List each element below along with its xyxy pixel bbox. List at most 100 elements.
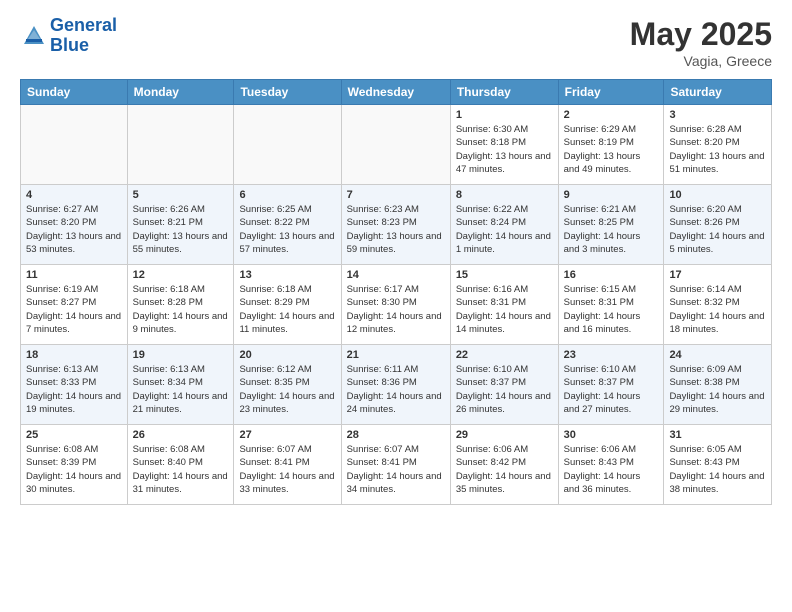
location: Vagia, Greece bbox=[630, 53, 772, 69]
table-row: 29Sunrise: 6:06 AM Sunset: 8:42 PM Dayli… bbox=[450, 425, 558, 505]
table-row: 19 Sunrise: 6:13 AM Sunset: 8:34 PM Dayli… bbox=[127, 345, 234, 425]
day-number: 27 bbox=[239, 429, 335, 441]
calendar-week-row: 18 Sunrise: 6:13 AM Sunset: 8:33 PM Dayli… bbox=[21, 345, 772, 425]
table-row: 11 Sunrise: 6:19 AM Sunset: 8:27 PM Dayli… bbox=[21, 265, 128, 345]
table-row: 31Sunrise: 6:05 AM Sunset: 8:43 PM Dayli… bbox=[664, 425, 772, 505]
day-info: Sunrise: 6:12 AM Sunset: 8:35 PM Dayligh… bbox=[239, 363, 335, 416]
day-info: Sunrise: 6:17 AM Sunset: 8:30 PM Dayligh… bbox=[347, 283, 445, 336]
title-block: May 2025 Vagia, Greece bbox=[630, 16, 772, 69]
table-row: 5 Sunrise: 6:26 AM Sunset: 8:21 PM Daylig… bbox=[127, 185, 234, 265]
day-number: 1 bbox=[456, 109, 553, 121]
day-number: 7 bbox=[347, 189, 445, 201]
table-row: 3 Sunrise: 6:28 AM Sunset: 8:20 PM Daylig… bbox=[664, 105, 772, 185]
logo-text: General Blue bbox=[50, 16, 117, 56]
day-info: Sunrise: 6:16 AM Sunset: 8:31 PM Dayligh… bbox=[456, 283, 553, 336]
day-info: Sunrise: 6:30 AM Sunset: 8:18 PM Dayligh… bbox=[456, 123, 553, 176]
table-row: 8 Sunrise: 6:22 AM Sunset: 8:24 PM Daylig… bbox=[450, 185, 558, 265]
day-info: Sunrise: 6:25 AM Sunset: 8:22 PM Dayligh… bbox=[239, 203, 335, 256]
day-number: 22 bbox=[456, 349, 553, 361]
day-info: Sunrise: 6:19 AM Sunset: 8:27 PM Dayligh… bbox=[26, 283, 122, 336]
day-info: Sunrise: 6:08 AM Sunset: 8:40 PM Dayligh… bbox=[133, 443, 229, 496]
table-row: 7 Sunrise: 6:23 AM Sunset: 8:23 PM Daylig… bbox=[341, 185, 450, 265]
table-row: 23 Sunrise: 6:10 AM Sunset: 8:37 PM Dayli… bbox=[558, 345, 664, 425]
day-info: Sunrise: 6:10 AM Sunset: 8:37 PM Dayligh… bbox=[564, 363, 659, 416]
table-row: 21Sunrise: 6:11 AM Sunset: 8:36 PM Dayli… bbox=[341, 345, 450, 425]
calendar-table: Sunday Monday Tuesday Wednesday Thursday… bbox=[20, 79, 772, 505]
day-number: 30 bbox=[564, 429, 659, 441]
table-row: 26 Sunrise: 6:08 AM Sunset: 8:40 PM Dayli… bbox=[127, 425, 234, 505]
col-wednesday: Wednesday bbox=[341, 80, 450, 105]
day-number: 3 bbox=[669, 109, 766, 121]
calendar-header-row: Sunday Monday Tuesday Wednesday Thursday… bbox=[21, 80, 772, 105]
calendar-week-row: 11 Sunrise: 6:19 AM Sunset: 8:27 PM Dayli… bbox=[21, 265, 772, 345]
day-info: Sunrise: 6:06 AM Sunset: 8:42 PM Dayligh… bbox=[456, 443, 553, 496]
table-row: 4Sunrise: 6:27 AM Sunset: 8:20 PM Daylig… bbox=[21, 185, 128, 265]
day-number: 26 bbox=[133, 429, 229, 441]
day-info: Sunrise: 6:23 AM Sunset: 8:23 PM Dayligh… bbox=[347, 203, 445, 256]
col-saturday: Saturday bbox=[664, 80, 772, 105]
table-row: 15Sunrise: 6:16 AM Sunset: 8:31 PM Dayli… bbox=[450, 265, 558, 345]
day-info: Sunrise: 6:10 AM Sunset: 8:37 PM Dayligh… bbox=[456, 363, 553, 416]
day-info: Sunrise: 6:22 AM Sunset: 8:24 PM Dayligh… bbox=[456, 203, 553, 256]
day-info: Sunrise: 6:28 AM Sunset: 8:20 PM Dayligh… bbox=[669, 123, 766, 176]
day-number: 23 bbox=[564, 349, 659, 361]
page: General Blue May 2025 Vagia, Greece Sund… bbox=[0, 0, 792, 612]
table-row: 10 Sunrise: 6:20 AM Sunset: 8:26 PM Dayli… bbox=[664, 185, 772, 265]
table-row: 1 Sunrise: 6:30 AM Sunset: 8:18 PM Daylig… bbox=[450, 105, 558, 185]
table-row: 9Sunrise: 6:21 AM Sunset: 8:25 PM Daylig… bbox=[558, 185, 664, 265]
table-row bbox=[127, 105, 234, 185]
table-row: 13 Sunrise: 6:18 AM Sunset: 8:29 PM Dayli… bbox=[234, 265, 341, 345]
table-row: 14 Sunrise: 6:17 AM Sunset: 8:30 PM Dayli… bbox=[341, 265, 450, 345]
table-row: 25 Sunrise: 6:08 AM Sunset: 8:39 PM Dayli… bbox=[21, 425, 128, 505]
table-row bbox=[341, 105, 450, 185]
table-row: 20 Sunrise: 6:12 AM Sunset: 8:35 PM Dayli… bbox=[234, 345, 341, 425]
day-number: 2 bbox=[564, 109, 659, 121]
month-year: May 2025 bbox=[630, 16, 772, 53]
table-row bbox=[21, 105, 128, 185]
day-number: 25 bbox=[26, 429, 122, 441]
col-thursday: Thursday bbox=[450, 80, 558, 105]
day-number: 17 bbox=[669, 269, 766, 281]
day-number: 5 bbox=[133, 189, 229, 201]
day-info: Sunrise: 6:18 AM Sunset: 8:28 PM Dayligh… bbox=[133, 283, 229, 336]
day-number: 19 bbox=[133, 349, 229, 361]
calendar-week-row: 1 Sunrise: 6:30 AM Sunset: 8:18 PM Daylig… bbox=[21, 105, 772, 185]
day-info: Sunrise: 6:20 AM Sunset: 8:26 PM Dayligh… bbox=[669, 203, 766, 256]
day-number: 4 bbox=[26, 189, 122, 201]
table-row: 2 Sunrise: 6:29 AM Sunset: 8:19 PM Daylig… bbox=[558, 105, 664, 185]
header: General Blue May 2025 Vagia, Greece bbox=[20, 16, 772, 69]
day-number: 14 bbox=[347, 269, 445, 281]
calendar-week-row: 25 Sunrise: 6:08 AM Sunset: 8:39 PM Dayli… bbox=[21, 425, 772, 505]
logo: General Blue bbox=[20, 16, 117, 56]
day-info: Sunrise: 6:26 AM Sunset: 8:21 PM Dayligh… bbox=[133, 203, 229, 256]
day-info: Sunrise: 6:13 AM Sunset: 8:33 PM Dayligh… bbox=[26, 363, 122, 416]
table-row: 22 Sunrise: 6:10 AM Sunset: 8:37 PM Dayli… bbox=[450, 345, 558, 425]
table-row: 30 Sunrise: 6:06 AM Sunset: 8:43 PM Dayli… bbox=[558, 425, 664, 505]
table-row: 24Sunrise: 6:09 AM Sunset: 8:38 PM Dayli… bbox=[664, 345, 772, 425]
day-info: Sunrise: 6:08 AM Sunset: 8:39 PM Dayligh… bbox=[26, 443, 122, 496]
day-info: Sunrise: 6:13 AM Sunset: 8:34 PM Dayligh… bbox=[133, 363, 229, 416]
day-info: Sunrise: 6:06 AM Sunset: 8:43 PM Dayligh… bbox=[564, 443, 659, 496]
day-info: Sunrise: 6:11 AM Sunset: 8:36 PM Dayligh… bbox=[347, 363, 445, 416]
day-number: 18 bbox=[26, 349, 122, 361]
day-number: 31 bbox=[669, 429, 766, 441]
day-info: Sunrise: 6:15 AM Sunset: 8:31 PM Dayligh… bbox=[564, 283, 659, 336]
col-sunday: Sunday bbox=[21, 80, 128, 105]
day-number: 20 bbox=[239, 349, 335, 361]
day-info: Sunrise: 6:29 AM Sunset: 8:19 PM Dayligh… bbox=[564, 123, 659, 176]
day-number: 8 bbox=[456, 189, 553, 201]
day-number: 10 bbox=[669, 189, 766, 201]
col-friday: Friday bbox=[558, 80, 664, 105]
day-number: 24 bbox=[669, 349, 766, 361]
table-row: 28Sunrise: 6:07 AM Sunset: 8:41 PM Dayli… bbox=[341, 425, 450, 505]
day-info: Sunrise: 6:18 AM Sunset: 8:29 PM Dayligh… bbox=[239, 283, 335, 336]
col-monday: Monday bbox=[127, 80, 234, 105]
logo-icon bbox=[20, 22, 48, 50]
day-number: 11 bbox=[26, 269, 122, 281]
day-number: 13 bbox=[239, 269, 335, 281]
day-number: 12 bbox=[133, 269, 229, 281]
day-number: 9 bbox=[564, 189, 659, 201]
table-row: 16Sunrise: 6:15 AM Sunset: 8:31 PM Dayli… bbox=[558, 265, 664, 345]
table-row: 18 Sunrise: 6:13 AM Sunset: 8:33 PM Dayli… bbox=[21, 345, 128, 425]
day-number: 6 bbox=[239, 189, 335, 201]
